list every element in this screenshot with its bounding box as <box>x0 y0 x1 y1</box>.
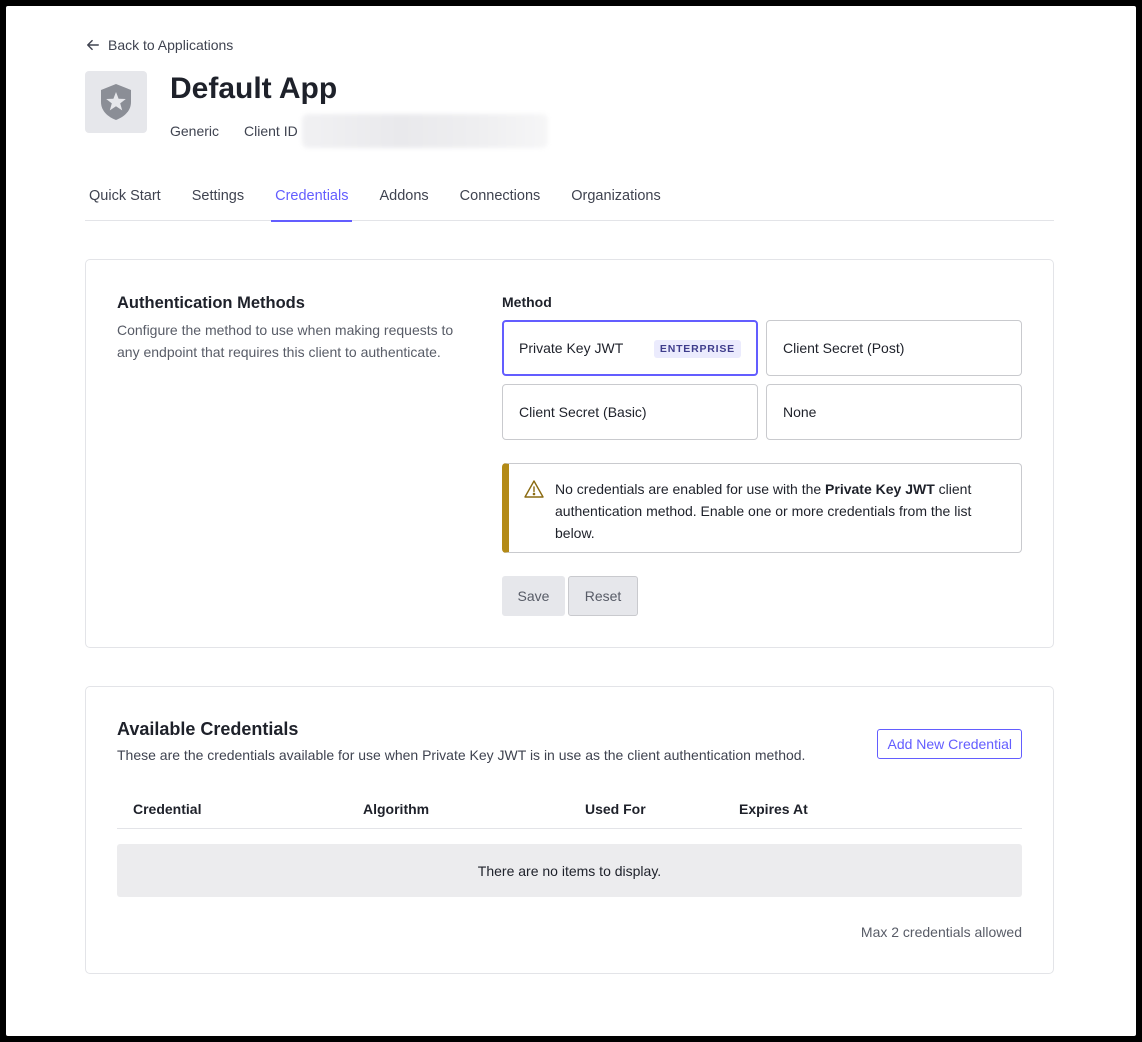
alert-text: No credentials are enabled for use with … <box>555 481 826 497</box>
section-title: Authentication Methods <box>117 294 305 312</box>
arrow-left-icon <box>87 39 99 51</box>
app-meta: Generic Client ID <box>170 114 548 148</box>
authentication-methods-card: Authentication Methods Configure the met… <box>85 259 1054 648</box>
client-id-label: Client ID <box>244 123 298 139</box>
warning-alert: No credentials are enabled for use with … <box>502 463 1022 553</box>
app-logo <box>85 71 147 133</box>
max-credentials-note: Max 2 credentials allowed <box>860 924 1022 940</box>
warning-triangle-icon <box>524 480 544 498</box>
tab-settings[interactable]: Settings <box>188 184 248 221</box>
app-window: Back to Applications Default App Generic… <box>6 6 1136 1036</box>
alert-text-bold: Private Key JWT <box>825 481 935 497</box>
method-label: Method <box>502 294 552 310</box>
tab-quick-start[interactable]: Quick Start <box>85 184 165 221</box>
add-new-credential-button[interactable]: Add New Credential <box>877 729 1022 759</box>
column-header-expires-at[interactable]: Expires At <box>739 801 808 817</box>
tab-credentials[interactable]: Credentials <box>271 184 353 222</box>
credentials-table-header: Credential Algorithm Used For Expires At <box>117 797 1022 829</box>
save-button[interactable]: Save <box>502 576 565 616</box>
method-option-label: None <box>783 404 817 420</box>
method-option-none[interactable]: None <box>766 384 1022 440</box>
method-option-client-secret-post[interactable]: Client Secret (Post) <box>766 320 1022 376</box>
available-credentials-card: Available Credentials These are the cred… <box>85 686 1054 974</box>
column-header-used-for[interactable]: Used For <box>585 801 646 817</box>
back-to-applications-link[interactable]: Back to Applications <box>86 37 233 53</box>
app-title: Default App <box>170 72 338 105</box>
reset-button[interactable]: Reset <box>568 576 638 616</box>
available-credentials-description: These are the credentials available for … <box>117 747 806 763</box>
back-label: Back to Applications <box>108 37 234 53</box>
method-option-label: Client Secret (Basic) <box>519 404 647 420</box>
tab-bar: Quick Start Settings Credentials Addons … <box>85 184 1054 222</box>
enterprise-badge: ENTERPRISE <box>653 340 741 358</box>
client-id-value-redacted <box>301 114 548 148</box>
empty-table-row: There are no items to display. <box>117 844 1022 897</box>
column-header-credential[interactable]: Credential <box>133 801 201 817</box>
section-description: Configure the method to use when making … <box>117 322 454 360</box>
tab-organizations[interactable]: Organizations <box>567 184 664 221</box>
method-option-label: Private Key JWT <box>519 340 624 356</box>
app-type: Generic <box>170 123 220 139</box>
available-credentials-title: Available Credentials <box>117 719 299 739</box>
method-option-private-key-jwt[interactable]: Private Key JWT ENTERPRISE <box>502 320 758 376</box>
method-option-client-secret-basic[interactable]: Client Secret (Basic) <box>502 384 758 440</box>
method-option-label: Client Secret (Post) <box>783 340 905 356</box>
tab-connections[interactable]: Connections <box>456 184 545 221</box>
shield-star-icon <box>101 84 131 120</box>
column-header-algorithm[interactable]: Algorithm <box>363 801 429 817</box>
tab-addons[interactable]: Addons <box>375 184 432 221</box>
